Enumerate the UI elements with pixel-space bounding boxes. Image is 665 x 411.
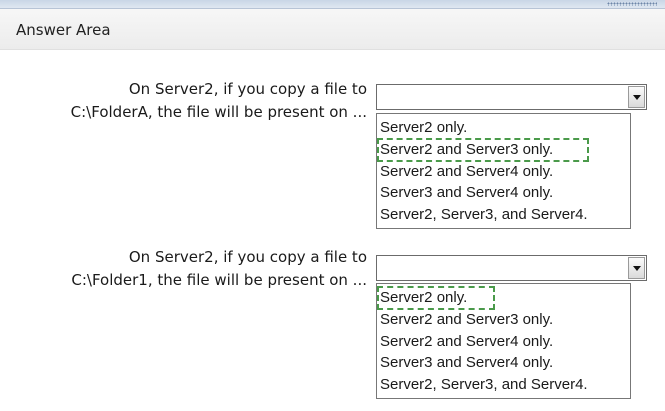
question-2-prompt: On Server2, if you copy a file to C:\Fol… [71,246,367,292]
question-1-prompt-line-1: On Server2, if you copy a file to [128,80,367,98]
question-2-option-3[interactable]: Server2 and Server4 only. [380,331,630,353]
question-1-prompt: On Server2, if you copy a file to C:\Fol… [71,78,367,124]
question-1-chevron-down-icon[interactable] [628,86,645,108]
question-1-options-list: Server2 only. Server2 and Server3 only. … [376,113,631,229]
answer-area-header: Answer Area [0,9,665,50]
question-1-option-4[interactable]: Server3 and Server4 only. [380,182,630,204]
question-2-option-1-selected[interactable]: Server2 only. [377,286,630,310]
question-1-option-5[interactable]: Server2, Server3, and Server4. [380,204,630,226]
answer-area-title: Answer Area [16,21,111,39]
resize-grip-icon[interactable] [607,2,657,6]
question-2-prompt-line-2: C:\Folder1, the file will be present on … [71,271,367,289]
question-2-option-2[interactable]: Server2 and Server3 only. [380,309,630,331]
window-top-bar [0,0,665,9]
question-2-option-5[interactable]: Server2, Server3, and Server4. [380,374,630,396]
question-2-chevron-down-icon[interactable] [628,257,645,279]
question-2-option-4[interactable]: Server3 and Server4 only. [380,352,630,374]
question-2-options-list: Server2 only. Server2 and Server3 only. … [376,283,631,399]
question-1-option-3[interactable]: Server2 and Server4 only. [380,161,630,183]
question-1-dropdown[interactable] [376,84,647,110]
question-2-dropdown[interactable] [376,255,647,281]
question-1-option-2-selected[interactable]: Server2 and Server3 only. [377,137,630,162]
question-1-option-1[interactable]: Server2 only. [380,117,630,139]
question-2-prompt-line-1: On Server2, if you copy a file to [128,248,367,266]
question-1-prompt-line-2: C:\FolderA, the file will be present on … [70,103,367,121]
